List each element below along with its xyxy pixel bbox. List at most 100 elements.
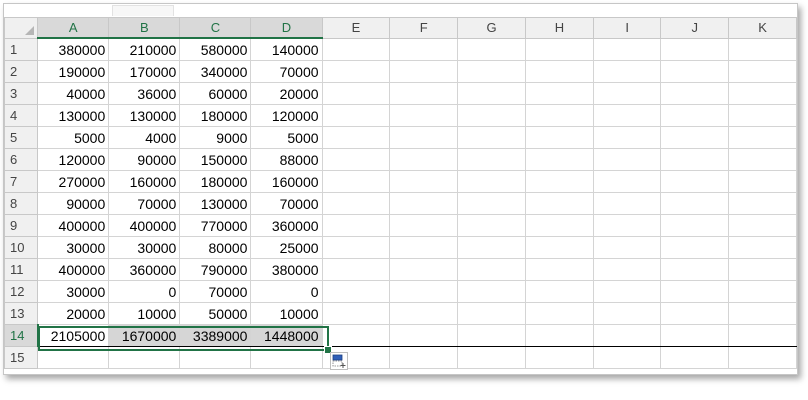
column-header-g[interactable]: G bbox=[457, 17, 527, 39]
column-header-a[interactable]: A bbox=[37, 17, 110, 39]
cell-value[interactable]: 120000 bbox=[250, 104, 323, 127]
empty-cell[interactable] bbox=[728, 60, 797, 83]
cell-value[interactable]: 190000 bbox=[37, 60, 110, 83]
empty-cell[interactable] bbox=[660, 82, 730, 105]
column-header-k[interactable]: K bbox=[728, 17, 797, 39]
cell-value[interactable]: 1448000 bbox=[250, 324, 323, 347]
empty-cell[interactable] bbox=[660, 37, 730, 61]
cell-value[interactable] bbox=[37, 346, 110, 369]
empty-cell[interactable] bbox=[457, 126, 527, 149]
cell-value[interactable]: 380000 bbox=[37, 37, 110, 61]
empty-cell[interactable] bbox=[525, 280, 594, 303]
cell-value[interactable]: 130000 bbox=[108, 104, 181, 127]
cell-value[interactable]: 90000 bbox=[37, 192, 110, 215]
cell-value[interactable]: 130000 bbox=[179, 192, 252, 215]
cell-value[interactable]: 380000 bbox=[250, 258, 323, 281]
empty-cell[interactable] bbox=[321, 214, 391, 237]
empty-cell[interactable] bbox=[525, 170, 594, 193]
empty-cell[interactable] bbox=[728, 346, 797, 369]
cell-value[interactable]: 70000 bbox=[179, 280, 252, 303]
empty-cell[interactable] bbox=[321, 192, 391, 215]
empty-cell[interactable] bbox=[321, 324, 391, 347]
empty-cell[interactable] bbox=[728, 324, 797, 347]
empty-cell[interactable] bbox=[525, 346, 594, 369]
empty-cell[interactable] bbox=[457, 104, 527, 127]
empty-cell[interactable] bbox=[321, 302, 391, 325]
empty-cell[interactable] bbox=[321, 170, 391, 193]
empty-cell[interactable] bbox=[321, 236, 391, 259]
empty-cell[interactable] bbox=[321, 104, 391, 127]
column-header-f[interactable]: F bbox=[389, 17, 459, 39]
empty-cell[interactable] bbox=[389, 104, 459, 127]
row-header-4[interactable]: 4 bbox=[4, 104, 39, 127]
empty-cell[interactable] bbox=[389, 346, 459, 369]
empty-cell[interactable] bbox=[728, 37, 797, 61]
empty-cell[interactable] bbox=[389, 170, 459, 193]
empty-cell[interactable] bbox=[660, 258, 730, 281]
cell-value[interactable]: 10000 bbox=[250, 302, 323, 325]
cell-value[interactable]: 0 bbox=[108, 280, 181, 303]
empty-cell[interactable] bbox=[660, 324, 730, 347]
empty-cell[interactable] bbox=[525, 148, 594, 171]
empty-cell[interactable] bbox=[457, 60, 527, 83]
row-header-8[interactable]: 8 bbox=[4, 192, 39, 215]
empty-cell[interactable] bbox=[592, 280, 662, 303]
cell-value[interactable]: 400000 bbox=[37, 214, 110, 237]
row-header-15[interactable]: 15 bbox=[4, 346, 39, 369]
cell-value[interactable] bbox=[179, 346, 252, 369]
empty-cell[interactable] bbox=[728, 104, 797, 127]
empty-cell[interactable] bbox=[389, 280, 459, 303]
row-header-5[interactable]: 5 bbox=[4, 126, 39, 149]
empty-cell[interactable] bbox=[728, 170, 797, 193]
cell-value[interactable]: 25000 bbox=[250, 236, 323, 259]
empty-cell[interactable] bbox=[389, 258, 459, 281]
empty-cell[interactable] bbox=[660, 192, 730, 215]
empty-cell[interactable] bbox=[457, 37, 527, 61]
empty-cell[interactable] bbox=[525, 37, 594, 61]
empty-cell[interactable] bbox=[525, 60, 594, 83]
empty-cell[interactable] bbox=[660, 104, 730, 127]
cell-value[interactable]: 5000 bbox=[250, 126, 323, 149]
cell-value[interactable]: 88000 bbox=[250, 148, 323, 171]
cell-value[interactable]: 210000 bbox=[108, 37, 181, 61]
empty-cell[interactable] bbox=[321, 60, 391, 83]
empty-cell[interactable] bbox=[457, 148, 527, 171]
empty-cell[interactable] bbox=[660, 170, 730, 193]
empty-cell[interactable] bbox=[389, 82, 459, 105]
empty-cell[interactable] bbox=[592, 104, 662, 127]
empty-cell[interactable] bbox=[457, 302, 527, 325]
cell-value[interactable]: 120000 bbox=[37, 148, 110, 171]
cell-value[interactable]: 30000 bbox=[108, 236, 181, 259]
cell-value[interactable]: 9000 bbox=[179, 126, 252, 149]
cell-value[interactable]: 70000 bbox=[250, 192, 323, 215]
cell-value[interactable]: 180000 bbox=[179, 170, 252, 193]
empty-cell[interactable] bbox=[592, 236, 662, 259]
cell-value[interactable]: 80000 bbox=[179, 236, 252, 259]
empty-cell[interactable] bbox=[389, 236, 459, 259]
row-header-1[interactable]: 1 bbox=[4, 37, 39, 61]
column-header-c[interactable]: C bbox=[179, 17, 252, 39]
empty-cell[interactable] bbox=[389, 60, 459, 83]
cell-value[interactable]: 0 bbox=[250, 280, 323, 303]
empty-cell[interactable] bbox=[592, 170, 662, 193]
empty-cell[interactable] bbox=[660, 60, 730, 83]
empty-cell[interactable] bbox=[321, 148, 391, 171]
empty-cell[interactable] bbox=[660, 236, 730, 259]
quick-analysis-button[interactable] bbox=[330, 352, 348, 370]
column-header-e[interactable]: E bbox=[321, 17, 391, 39]
empty-cell[interactable] bbox=[389, 302, 459, 325]
cell-value[interactable]: 160000 bbox=[108, 170, 181, 193]
empty-cell[interactable] bbox=[592, 214, 662, 237]
empty-cell[interactable] bbox=[457, 82, 527, 105]
empty-cell[interactable] bbox=[389, 37, 459, 61]
column-header-h[interactable]: H bbox=[525, 17, 594, 39]
cell-value[interactable]: 1670000 bbox=[108, 324, 181, 347]
empty-cell[interactable] bbox=[525, 192, 594, 215]
cell-value[interactable]: 36000 bbox=[108, 82, 181, 105]
empty-cell[interactable] bbox=[457, 192, 527, 215]
cell-value[interactable]: 770000 bbox=[179, 214, 252, 237]
cell-value[interactable]: 130000 bbox=[37, 104, 110, 127]
cell-value[interactable]: 40000 bbox=[37, 82, 110, 105]
empty-cell[interactable] bbox=[728, 214, 797, 237]
empty-cell[interactable] bbox=[728, 258, 797, 281]
